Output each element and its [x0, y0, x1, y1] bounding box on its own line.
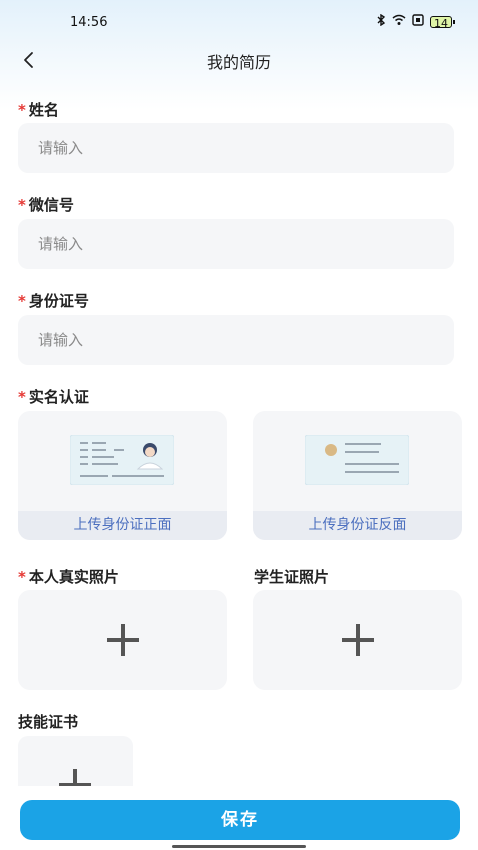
save-button[interactable]: 保存 [20, 800, 460, 840]
nav-bar: 我的简历 [0, 40, 478, 80]
student-card-upload[interactable] [253, 590, 462, 690]
required-mark: * [18, 196, 26, 214]
name-input[interactable] [18, 123, 454, 173]
student-card-label-text: 学生证照片 [254, 568, 330, 586]
required-mark: * [18, 568, 26, 586]
name-label-text: 姓名 [28, 101, 59, 119]
plus-icon [341, 624, 374, 656]
id-number-input[interactable] [18, 315, 454, 365]
status-bar: 14:56 14 [0, 0, 478, 44]
page-title: 我的简历 [206, 53, 271, 72]
required-mark: * [18, 101, 26, 119]
id-front-illustration [69, 434, 175, 486]
real-name-label: * 实名认证 [18, 386, 89, 407]
personal-photo-label: * 本人真实照片 [18, 566, 119, 587]
skill-certificate-label-text: 技能证书 [18, 713, 79, 731]
status-time: 14:56 [70, 15, 108, 30]
personal-photo-label-text: 本人真实照片 [28, 568, 119, 586]
home-indicator [172, 845, 306, 848]
name-label: * 姓名 [18, 99, 59, 120]
status-icons: 14 [376, 13, 455, 30]
plus-icon [106, 624, 139, 656]
real-name-label-text: 实名认证 [28, 388, 89, 406]
student-card-label: 学生证照片 [254, 566, 329, 587]
wechat-input[interactable] [18, 219, 454, 269]
bluetooth-icon [376, 13, 386, 30]
personal-photo-upload[interactable] [18, 590, 227, 690]
id-front-upload[interactable]: 上传身份证正面 [18, 411, 227, 540]
wifi-icon [392, 14, 406, 30]
id-number-label-text: 身份证号 [28, 292, 89, 310]
id-back-upload[interactable]: 上传身份证反面 [253, 411, 462, 540]
id-back-caption: 上传身份证反面 [253, 511, 462, 540]
id-number-label: * 身份证号 [18, 290, 89, 311]
id-back-illustration [304, 434, 410, 486]
required-mark: * [18, 388, 26, 406]
wechat-label-text: 微信号 [28, 196, 74, 214]
wechat-label: * 微信号 [18, 194, 74, 215]
battery-icon: 14 [430, 16, 455, 30]
required-mark: * [18, 292, 26, 310]
skill-certificate-label: 技能证书 [18, 711, 78, 732]
sim-icon [412, 14, 424, 30]
id-front-caption: 上传身份证正面 [18, 511, 227, 540]
